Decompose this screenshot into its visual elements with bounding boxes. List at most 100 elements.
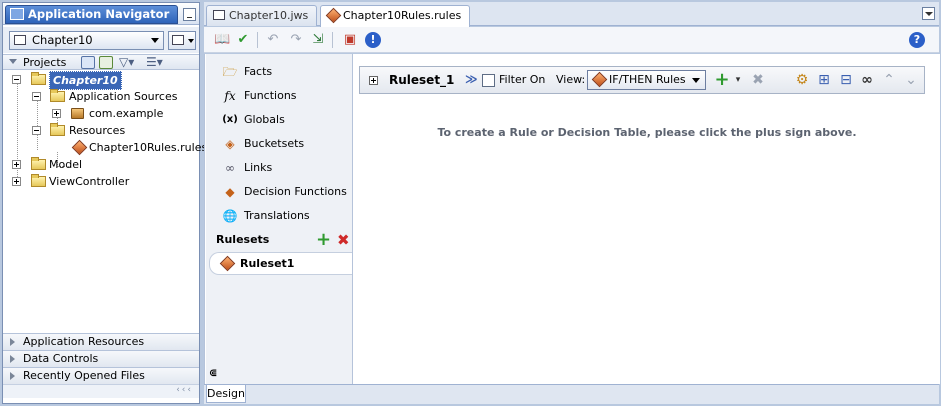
redo-icon[interactable]: ↷ bbox=[288, 32, 304, 48]
navigator-icon bbox=[10, 8, 24, 20]
expand-icon[interactable] bbox=[52, 109, 61, 118]
side-item-bucketsets[interactable]: ◈ Bucketsets bbox=[222, 134, 304, 154]
help-icon[interactable]: ? bbox=[909, 32, 925, 48]
add-rule-menu-arrow-icon[interactable]: ▾ bbox=[730, 71, 746, 89]
test-function-icon[interactable]: ▣ bbox=[342, 32, 358, 48]
view-select-value: IF/THEN Rules bbox=[609, 73, 686, 86]
expand-all-icon[interactable]: ⊞ bbox=[816, 71, 832, 89]
empty-ruleset-message: To create a Rule or Decision Table, plea… bbox=[437, 126, 857, 139]
navigator-tab[interactable]: Application Navigator bbox=[5, 5, 178, 24]
info-icon[interactable]: ! bbox=[365, 32, 381, 48]
move-up-icon[interactable]: ⌃ bbox=[881, 71, 897, 89]
rules-editor-workarea: 🗁 Facts fx Functions (x) Globals ◈ Bucke… bbox=[204, 54, 940, 384]
application-menu-button[interactable] bbox=[168, 31, 196, 50]
refresh-icon[interactable] bbox=[99, 56, 113, 69]
tree-label-package: com.example bbox=[89, 107, 164, 120]
tree-item-rules-file[interactable]: Chapter10Rules.rules bbox=[3, 139, 207, 156]
side-item-globals[interactable]: (x) Globals bbox=[222, 110, 285, 130]
delete-rule-x-icon[interactable]: ✖ bbox=[750, 71, 766, 89]
editor-tab-bar: Chapter10.jws Chapter10Rules.rules bbox=[204, 2, 939, 27]
tree-view-icon[interactable]: ⚙ bbox=[794, 71, 810, 89]
side-item-label: Links bbox=[244, 161, 273, 174]
advanced-mode-glasses-icon[interactable]: ∞ bbox=[859, 71, 875, 89]
accordion-label: Application Resources bbox=[23, 335, 145, 348]
view-select[interactable]: IF/THEN Rules bbox=[587, 70, 706, 90]
minimize-icon[interactable] bbox=[183, 8, 196, 21]
chevron-down-icon bbox=[692, 78, 700, 83]
side-item-decision-functions[interactable]: ◆ Decision Functions bbox=[222, 182, 347, 202]
accordion-recently-opened-files[interactable]: Recently Opened Files bbox=[3, 367, 199, 384]
expand-icon[interactable] bbox=[12, 160, 21, 169]
open-book-icon[interactable]: 📖 bbox=[214, 32, 230, 48]
collapse-side-panel-icon[interactable]: ⋐ bbox=[209, 368, 217, 379]
add-ruleset-plus-icon[interactable]: + bbox=[316, 231, 331, 249]
collapse-icon[interactable] bbox=[32, 126, 41, 135]
search-icon[interactable] bbox=[81, 56, 95, 69]
move-down-icon[interactable]: ⌄ bbox=[903, 71, 919, 89]
collapse-all-icon[interactable]: ⊟ bbox=[838, 71, 854, 89]
side-item-label: Bucketsets bbox=[244, 137, 305, 150]
application-selector-row: Chapter10 bbox=[3, 27, 199, 53]
collapse-icon[interactable] bbox=[32, 92, 41, 101]
scroll-grip-icon: ‹‹‹ bbox=[176, 385, 193, 395]
tree-label-app-sources: Application Sources bbox=[69, 90, 178, 103]
facts-icon: 🗁 bbox=[222, 65, 238, 79]
accordion-application-resources[interactable]: Application Resources bbox=[3, 333, 199, 350]
validate-check-icon[interactable]: ✔ bbox=[235, 32, 251, 48]
undo-icon[interactable]: ↶ bbox=[265, 32, 281, 48]
accordion-data-controls[interactable]: Data Controls bbox=[3, 350, 199, 367]
view-options-icon[interactable]: ☰▾ bbox=[146, 55, 163, 69]
application-icon bbox=[14, 35, 26, 45]
tab-label: Chapter10.jws bbox=[229, 9, 309, 22]
decision-functions-icon: ◆ bbox=[225, 185, 235, 199]
side-item-links[interactable]: ∞ Links bbox=[222, 158, 272, 178]
side-item-label: Decision Functions bbox=[244, 185, 347, 198]
ruleset-main-panel: Ruleset_1 ≫ Filter On View: IF/THEN Rule… bbox=[352, 54, 940, 384]
tab-chapter10-jws[interactable]: Chapter10.jws bbox=[206, 5, 317, 26]
tab-chapter10rules-rules[interactable]: Chapter10Rules.rules bbox=[320, 5, 470, 27]
bucketsets-icon: ◈ bbox=[225, 137, 235, 151]
delete-ruleset-x-icon[interactable]: ✖ bbox=[337, 232, 350, 248]
add-rule-plus-icon[interactable]: + bbox=[714, 71, 730, 89]
collapse-triangle-icon[interactable] bbox=[9, 59, 17, 64]
application-select-value: Chapter10 bbox=[32, 33, 93, 47]
tree-item-application-sources[interactable]: Application Sources bbox=[3, 88, 199, 105]
side-item-facts[interactable]: 🗁 Facts bbox=[222, 62, 273, 82]
projects-label: Projects bbox=[23, 56, 67, 69]
rules-file-icon bbox=[71, 139, 88, 156]
side-item-translations[interactable]: 🌐 Translations bbox=[222, 206, 310, 226]
double-chevron-down-icon[interactable]: ≫ bbox=[465, 72, 478, 86]
tree-item-chapter10[interactable]: Chapter10 bbox=[3, 71, 199, 90]
side-item-functions[interactable]: fx Functions bbox=[222, 86, 296, 106]
tab-design[interactable]: Design bbox=[206, 385, 246, 403]
application-navigator-panel: Application Navigator Chapter10 Projects… bbox=[2, 2, 207, 404]
accordion-label: Data Controls bbox=[23, 352, 99, 365]
filter-icon[interactable]: ▽▾ bbox=[119, 55, 134, 69]
application-select[interactable]: Chapter10 bbox=[9, 31, 164, 50]
collapse-icon[interactable] bbox=[12, 75, 21, 84]
folder-icon bbox=[31, 157, 46, 170]
globals-icon: (x) bbox=[222, 114, 238, 125]
side-item-label: Facts bbox=[244, 65, 273, 78]
ruleset-name[interactable]: Ruleset_1 bbox=[389, 73, 454, 87]
tree-item-resources[interactable]: Resources bbox=[3, 122, 199, 139]
translations-icon: 🌐 bbox=[222, 209, 238, 223]
rulesets-label: Rulesets bbox=[216, 233, 270, 246]
expand-ruleset-icon[interactable] bbox=[369, 76, 378, 85]
tree-item-model[interactable]: Model bbox=[3, 156, 199, 173]
accordion-label: Recently Opened Files bbox=[23, 369, 145, 382]
filter-on-label[interactable]: Filter On bbox=[499, 73, 545, 86]
rules-side-panel: 🗁 Facts fx Functions (x) Globals ◈ Bucke… bbox=[206, 54, 352, 384]
projects-section-header[interactable]: Projects ▽▾ ☰▾ bbox=[3, 54, 199, 70]
navigator-scrollbar[interactable]: ‹‹‹ bbox=[3, 384, 199, 398]
editor-toolbar: 📖 ✔ ↶ ↷ ⇲ ▣ ! ? bbox=[204, 27, 939, 53]
expand-icon[interactable] bbox=[12, 177, 21, 186]
tree-label-viewcontroller: ViewController bbox=[49, 175, 130, 188]
ruleset-list-item[interactable]: Ruleset1 bbox=[209, 252, 354, 275]
import-icon[interactable]: ⇲ bbox=[310, 32, 326, 48]
tree-item-package[interactable]: com.example bbox=[3, 105, 199, 122]
tab-list-dropdown-icon[interactable] bbox=[922, 7, 935, 20]
filter-on-checkbox[interactable] bbox=[482, 74, 495, 87]
tree-item-viewcontroller[interactable]: ViewController bbox=[3, 173, 199, 190]
editor-bottom-tabs: Design bbox=[204, 384, 939, 404]
